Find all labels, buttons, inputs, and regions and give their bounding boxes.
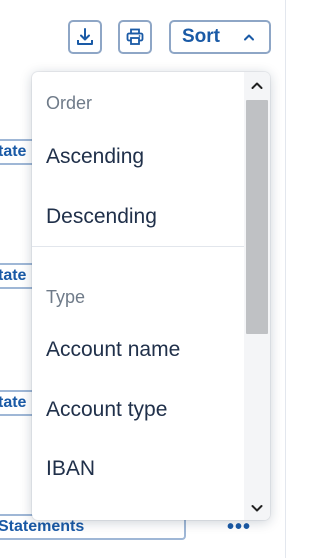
sort-dropdown: Order Ascending Descending Type Account … (32, 72, 270, 520)
scroll-down-button[interactable] (249, 500, 265, 516)
sort-button[interactable]: Sort (169, 20, 271, 54)
print-button[interactable] (118, 20, 152, 54)
sort-menu-screen: Sort tate tate tate Statements ••• Order… (0, 0, 295, 558)
option-account-name[interactable]: Account name (46, 337, 180, 363)
group-label-type: Type (46, 287, 86, 307)
chevron-up-icon (244, 34, 254, 41)
chevron-down-icon (251, 505, 263, 512)
sort-button-label: Sort (182, 26, 220, 47)
statements-button-label: Statements (0, 518, 85, 535)
dropdown-scrollbar[interactable] (244, 72, 270, 520)
download-icon (77, 28, 93, 45)
option-account-type[interactable]: Account type (46, 397, 167, 423)
option-descending[interactable]: Descending (46, 204, 157, 230)
scrollbar-thumb[interactable] (246, 100, 268, 334)
page-divider (285, 0, 286, 558)
group-divider (32, 246, 244, 247)
option-iban[interactable]: IBAN (46, 456, 95, 482)
download-button[interactable] (68, 20, 102, 54)
group-label-order: Order (46, 93, 93, 113)
option-ascending[interactable]: Ascending (46, 144, 144, 170)
chevron-up-icon (251, 82, 263, 89)
ellipsis-icon[interactable]: ••• (227, 517, 251, 537)
printer-icon (126, 28, 144, 45)
scroll-up-button[interactable] (249, 78, 265, 94)
